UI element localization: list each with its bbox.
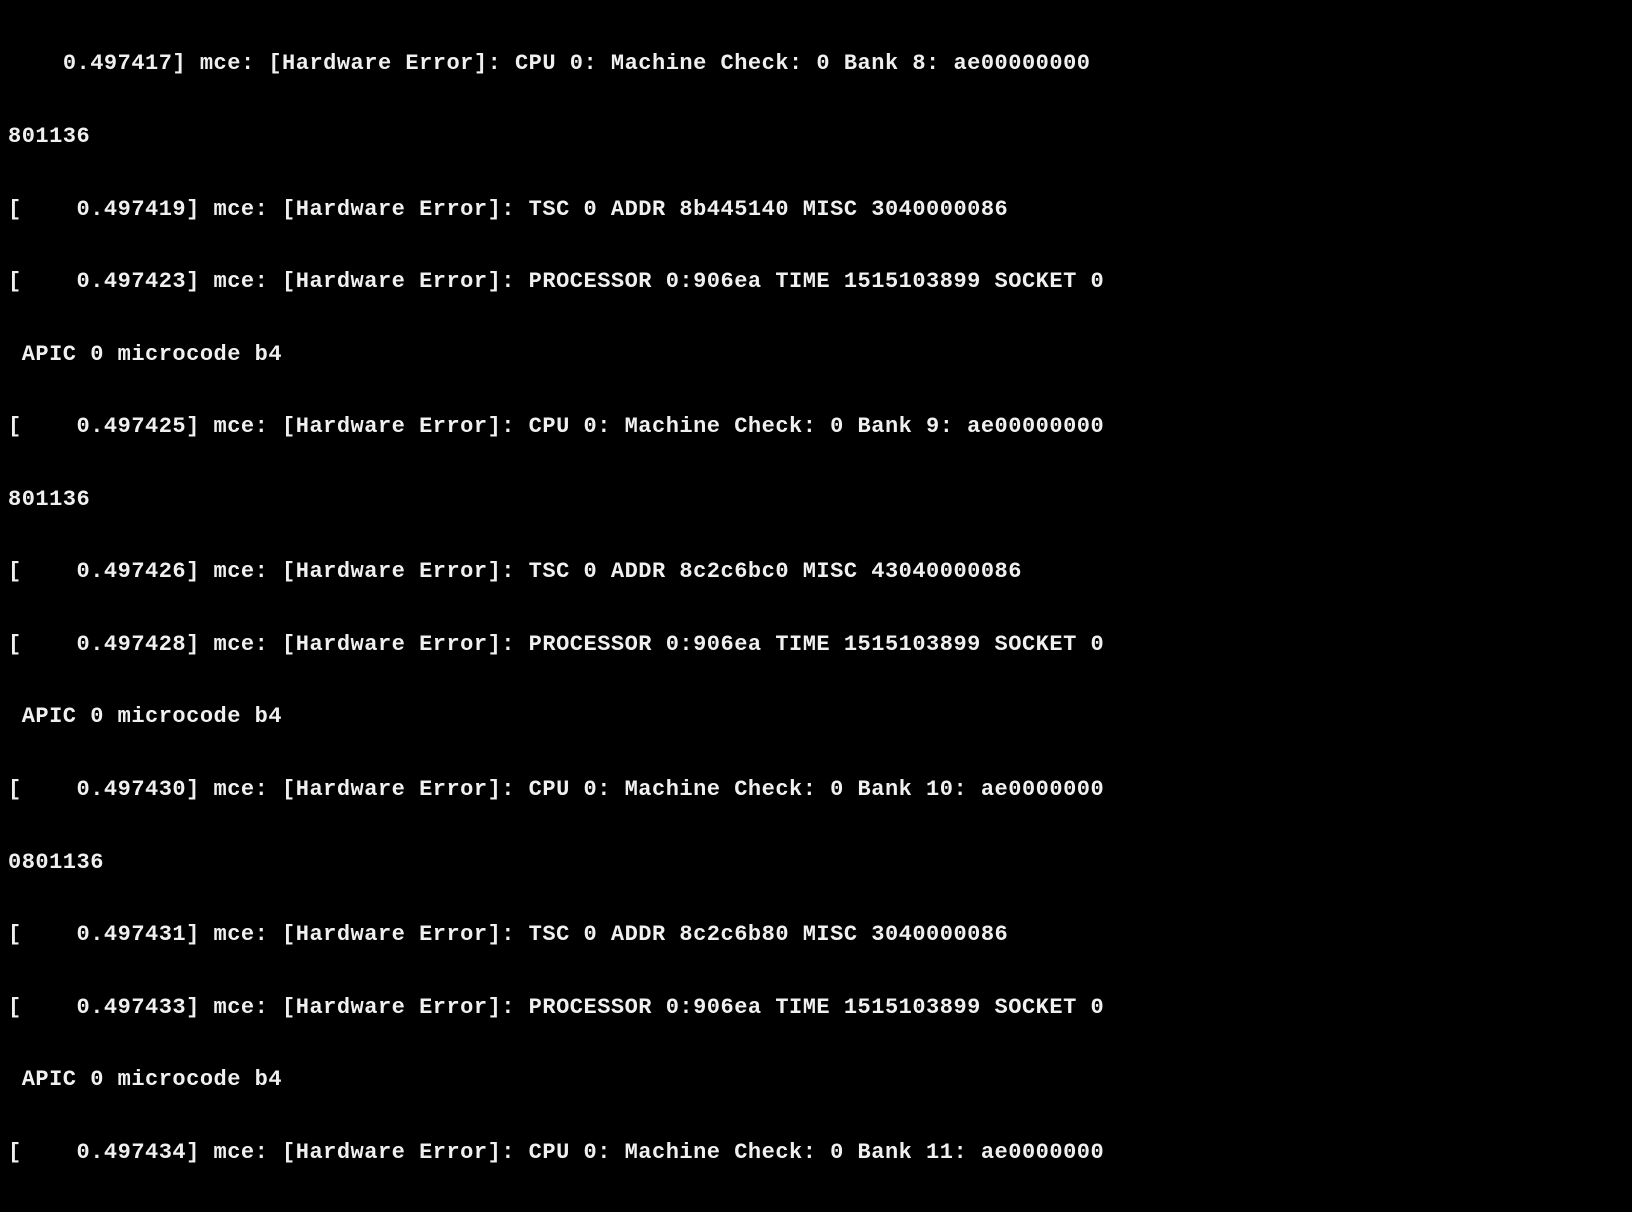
log-line: 0801136 [8, 851, 1624, 875]
log-line: APIC 0 microcode b4 [8, 343, 1624, 367]
log-line: [ 0.497423] mce: [Hardware Error]: PROCE… [8, 270, 1624, 294]
log-line: [ 0.497419] mce: [Hardware Error]: TSC 0… [8, 198, 1624, 222]
log-line: 0.497417] mce: [Hardware Error]: CPU 0: … [8, 52, 1624, 76]
log-line: [ 0.497430] mce: [Hardware Error]: CPU 0… [8, 778, 1624, 802]
log-line: [ 0.497425] mce: [Hardware Error]: CPU 0… [8, 415, 1624, 439]
log-line: [ 0.497433] mce: [Hardware Error]: PROCE… [8, 996, 1624, 1020]
log-line: 801136 [8, 488, 1624, 512]
log-line: 801136 [8, 125, 1624, 149]
log-line: [ 0.497431] mce: [Hardware Error]: TSC 0… [8, 923, 1624, 947]
log-line: [ 0.497434] mce: [Hardware Error]: CPU 0… [8, 1141, 1624, 1165]
log-line: APIC 0 microcode b4 [8, 705, 1624, 729]
kernel-console: 0.497417] mce: [Hardware Error]: CPU 0: … [8, 4, 1624, 1212]
log-line: APIC 0 microcode b4 [8, 1068, 1624, 1092]
log-line: [ 0.497426] mce: [Hardware Error]: TSC 0… [8, 560, 1624, 584]
log-line: [ 0.497428] mce: [Hardware Error]: PROCE… [8, 633, 1624, 657]
